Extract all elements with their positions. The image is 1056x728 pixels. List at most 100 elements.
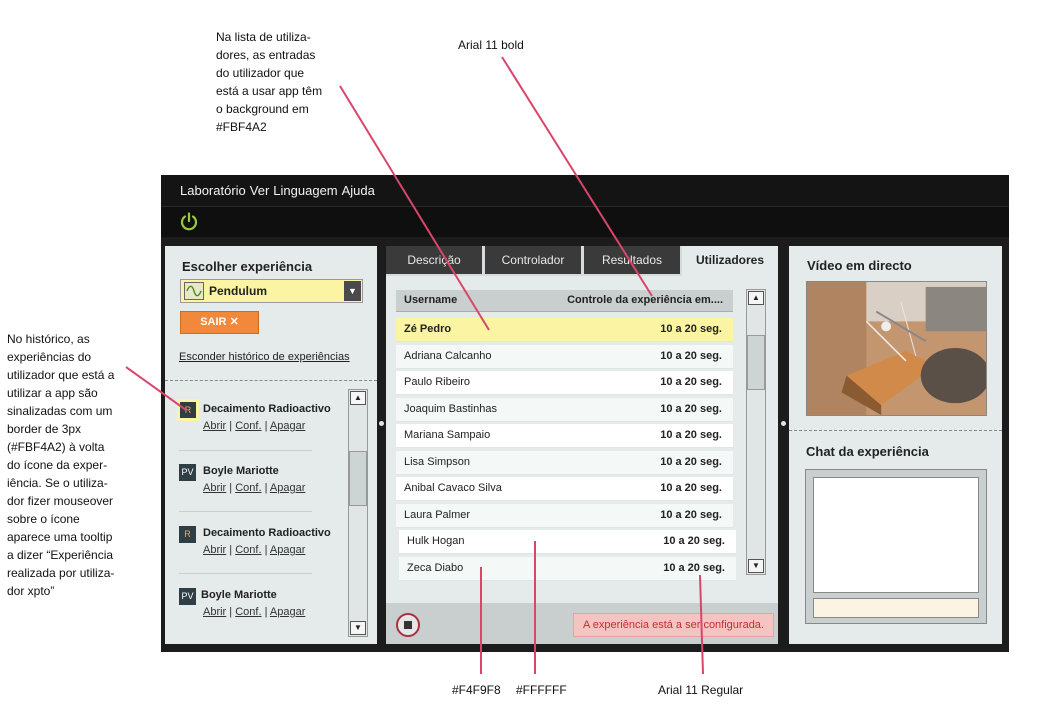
scroll-up-icon[interactable]: ▲: [350, 391, 366, 405]
power-icon[interactable]: [179, 212, 199, 232]
delete-link[interactable]: Apagar: [270, 420, 305, 432]
chat-input[interactable]: [813, 598, 979, 618]
control-time-cell: 10 a 20 seg.: [660, 455, 722, 468]
history-item-links: Abrir | Conf. | Apagar: [203, 420, 305, 432]
menu-linguagem[interactable]: Linguagem: [273, 183, 337, 198]
table-row[interactable]: Lisa Simpson 10 a 20 seg.: [396, 450, 733, 475]
table-row[interactable]: Anibal Cavaco Silva 10 a 20 seg.: [396, 477, 733, 501]
chat-messages[interactable]: [813, 477, 979, 593]
history-scrollbar[interactable]: ▲ ▼: [348, 389, 368, 637]
history-item-name: Decaimento Radioactivo: [203, 527, 331, 539]
control-time-cell: 10 a 20 seg.: [660, 508, 722, 521]
scroll-up-icon[interactable]: ▲: [748, 291, 764, 305]
username-cell: Zeca Diabo: [407, 561, 464, 574]
table-row[interactable]: Joaquim Bastinhas 10 a 20 seg.: [396, 397, 733, 422]
pv-experiment-icon[interactable]: PV: [179, 588, 196, 605]
tab-controller[interactable]: Controlador: [485, 246, 581, 274]
divider: [179, 511, 312, 512]
hide-history-link[interactable]: Esconder histórico de experiências: [179, 351, 350, 363]
experiment-panel: Escolher experiência Pendulum ▼ SAIR ✕ E…: [165, 246, 377, 644]
scroll-thumb[interactable]: [349, 451, 367, 506]
stop-button[interactable]: [396, 613, 420, 637]
divider: [789, 430, 1002, 431]
open-link[interactable]: Abrir: [203, 482, 226, 494]
users-scrollbar[interactable]: ▲ ▼: [746, 289, 766, 575]
table-row[interactable]: Adriana Calcanho 10 a 20 seg.: [396, 344, 733, 369]
choose-experiment-title: Escolher experiência: [182, 259, 313, 274]
control-time-cell: 10 a 20 seg.: [663, 535, 725, 547]
video-title: Vídeo em directo: [807, 258, 912, 273]
config-link[interactable]: Conf.: [235, 606, 261, 618]
history-item: R Decaimento Radioactivo Abrir | Conf. |…: [177, 399, 351, 442]
column-username[interactable]: Username: [404, 294, 457, 306]
splitter-handle[interactable]: [781, 421, 786, 426]
table-row[interactable]: Zé Pedro 10 a 20 seg.: [396, 318, 733, 342]
chat-box: [805, 469, 987, 624]
control-time-cell: 10 a 20 seg.: [660, 349, 722, 362]
config-link[interactable]: Conf.: [235, 482, 261, 494]
table-row[interactable]: Hulk Hogan 10 a 20 seg.: [399, 530, 736, 554]
config-link[interactable]: Conf.: [235, 420, 261, 432]
username-cell: Mariana Sampaio: [404, 429, 491, 441]
username-cell: Anibal Cavaco Silva: [404, 482, 502, 494]
chevron-down-icon[interactable]: ▼: [344, 281, 361, 301]
config-link[interactable]: Conf.: [235, 544, 261, 556]
open-link[interactable]: Abrir: [203, 420, 226, 432]
delete-link[interactable]: Apagar: [270, 606, 305, 618]
open-link[interactable]: Abrir: [203, 544, 226, 556]
column-control[interactable]: Controle da experiência em....: [567, 294, 723, 306]
annotation-history: No histórico, as experiências do utiliza…: [7, 332, 115, 598]
tab-description[interactable]: Descrição: [386, 246, 482, 274]
scroll-down-icon[interactable]: ▼: [748, 559, 764, 573]
link-separator: |: [229, 544, 233, 556]
table-row[interactable]: Zeca Diabo 10 a 20 seg.: [399, 556, 736, 581]
username-cell: Paulo Ribeiro: [404, 376, 471, 388]
history-item-links: Abrir | Conf. | Apagar: [203, 606, 305, 618]
menu-laboratorio[interactable]: Laboratório: [180, 183, 246, 198]
chat-title: Chat da experiência: [806, 444, 929, 459]
scroll-down-icon[interactable]: ▼: [350, 621, 366, 635]
control-time-cell: 10 a 20 seg.: [663, 561, 725, 574]
tab-results[interactable]: Resultados: [584, 246, 680, 274]
status-bar: A experiência está a ser configurada.: [386, 603, 778, 644]
annotation-color-white: #FFFFFF: [516, 683, 567, 697]
divider: [165, 380, 377, 381]
pendulum-icon: [184, 282, 204, 300]
annotation-font-regular: Arial 11 Regular: [658, 683, 744, 697]
annotation-color-alt: #F4F9F8: [452, 683, 501, 697]
status-message: A experiência está a ser configurada.: [573, 613, 774, 637]
username-cell: Zé Pedro: [404, 323, 452, 335]
link-separator: |: [264, 544, 268, 556]
table-row[interactable]: Laura Palmer 10 a 20 seg.: [396, 503, 733, 528]
main-panel: Descrição Controlador Resultados Utiliza…: [386, 246, 778, 644]
experiment-select[interactable]: Pendulum ▼: [180, 279, 363, 303]
radioactive-experiment-icon[interactable]: R: [179, 526, 196, 543]
selected-experiment: Pendulum: [209, 284, 268, 298]
live-video[interactable]: [806, 281, 987, 416]
delete-link[interactable]: Apagar: [270, 482, 305, 494]
history-item: PV Boyle Mariotte Abrir | Conf. | Apagar: [179, 464, 351, 504]
table-row[interactable]: Paulo Ribeiro 10 a 20 seg.: [396, 371, 733, 395]
history-item-links: Abrir | Conf. | Apagar: [203, 482, 305, 494]
annotation-user-list: Na lista de utiliza- dores, as entradas …: [216, 30, 323, 134]
open-link[interactable]: Abrir: [203, 606, 226, 618]
menu-ver[interactable]: Ver: [250, 183, 270, 198]
control-time-cell: 10 a 20 seg.: [660, 429, 722, 441]
control-time-cell: 10 a 20 seg.: [660, 323, 722, 335]
control-time-cell: 10 a 20 seg.: [660, 376, 722, 388]
pv-experiment-icon[interactable]: PV: [179, 464, 196, 481]
username-cell: Lisa Simpson: [404, 455, 471, 468]
radioactive-experiment-icon[interactable]: R: [177, 399, 199, 421]
exit-button[interactable]: SAIR ✕: [180, 311, 259, 334]
delete-link[interactable]: Apagar: [270, 544, 305, 556]
scroll-thumb[interactable]: [747, 335, 765, 390]
tab-users[interactable]: Utilizadores: [682, 246, 778, 276]
side-panel: Vídeo em directo Chat da experiência: [789, 246, 1002, 644]
table-header: Username Controle da experiência em....: [396, 290, 733, 312]
table-row[interactable]: Mariana Sampaio 10 a 20 seg.: [396, 424, 733, 448]
splitter-handle[interactable]: [379, 421, 384, 426]
control-time-cell: 10 a 20 seg.: [660, 402, 722, 415]
menu-ajuda[interactable]: Ajuda: [342, 183, 375, 198]
username-cell: Laura Palmer: [404, 508, 471, 521]
annotation-font-bold: Arial 11 bold: [458, 38, 524, 52]
